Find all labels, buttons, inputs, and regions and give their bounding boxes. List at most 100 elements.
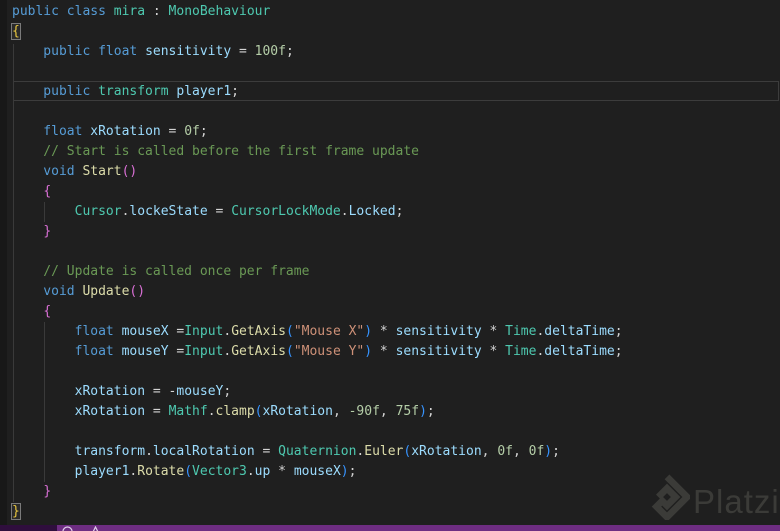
code-line[interactable]: public class mira : MonoBehaviour <box>12 2 780 22</box>
code-token: void <box>12 164 83 179</box>
status-bar-left-segment[interactable] <box>0 525 57 531</box>
code-token: GetAxis <box>231 344 286 359</box>
code-token: , <box>379 404 396 419</box>
code-line[interactable] <box>12 102 780 122</box>
code-token: Time <box>505 324 537 339</box>
code-token: { <box>43 304 52 319</box>
code-token: xRotation <box>74 404 146 419</box>
status-bar <box>0 525 780 531</box>
code-token: clamp <box>215 404 255 419</box>
code-token: ; <box>395 204 404 219</box>
code-token: mouseY <box>121 344 169 359</box>
code-line[interactable]: public float sensitivity = 100f; <box>12 42 780 62</box>
code-line[interactable]: float mouseY =Input.GetAxis("Mouse Y") *… <box>12 342 780 362</box>
code-token: transform <box>98 84 169 99</box>
code-token: public float <box>12 44 146 59</box>
code-token: , <box>332 404 349 419</box>
code-line[interactable]: public transform player1; <box>12 82 780 102</box>
code-token: 0f <box>184 124 200 139</box>
code-token: ; <box>231 84 239 99</box>
code-token: public class <box>12 4 114 19</box>
code-token: = <box>168 344 185 359</box>
code-token: mouseX <box>121 324 169 339</box>
code-token: MonoBehaviour <box>168 4 271 19</box>
errors-circle-icon[interactable] <box>62 526 73 531</box>
code-token: * <box>481 324 506 339</box>
code-token: } <box>43 224 52 239</box>
code-token: Rotate <box>137 464 185 479</box>
code-token: = <box>254 444 279 459</box>
code-line[interactable]: // Start is called before the first fram… <box>12 142 780 162</box>
warnings-triangle-icon[interactable] <box>90 526 101 531</box>
code-token: player1 <box>74 464 130 479</box>
code-token: = <box>168 324 185 339</box>
code-line[interactable]: xRotation = Mathf.clamp(xRotation, -90f,… <box>12 402 780 422</box>
code-line[interactable]: float xRotation = 0f; <box>12 122 780 142</box>
code-token: sensitivity <box>395 344 482 359</box>
code-token: . <box>223 344 232 359</box>
code-token: , <box>481 444 498 459</box>
code-token: * <box>270 464 294 479</box>
code-token: ) <box>364 324 373 339</box>
code-token: deltaTime <box>544 344 615 359</box>
code-token: ) <box>364 344 373 359</box>
code-token: = <box>231 44 255 59</box>
code-line[interactable] <box>12 62 780 82</box>
code-line[interactable]: player1.Rotate(Vector3.up * mouseX); <box>12 462 780 482</box>
code-token: ( <box>285 324 294 339</box>
code-token: Update <box>82 284 130 299</box>
code-token: . <box>223 324 232 339</box>
code-token: // Update is called once per frame <box>12 264 310 279</box>
code-token: float <box>74 344 114 359</box>
code-line[interactable]: { <box>11 22 780 42</box>
code-token: ; <box>552 444 560 459</box>
code-token: CursorLockMode <box>231 204 341 219</box>
code-token: () <box>121 164 138 179</box>
code-token: Mathf <box>168 404 208 419</box>
code-token: mouseY <box>176 384 224 399</box>
code-token: xRotation <box>74 384 146 399</box>
code-line[interactable]: transform.localRotation = Quaternion.Eul… <box>12 442 780 462</box>
code-line[interactable] <box>12 422 780 442</box>
code-token: void <box>12 284 83 299</box>
code-token: } <box>11 503 21 520</box>
code-line[interactable]: { <box>12 182 780 202</box>
code-token: ; <box>614 344 623 359</box>
code-line[interactable]: } <box>12 222 780 242</box>
code-line[interactable] <box>12 362 780 382</box>
code-line[interactable]: } <box>11 502 780 522</box>
code-token: * <box>372 344 396 359</box>
code-line[interactable]: // Update is called once per frame <box>12 262 780 282</box>
code-token: transform <box>74 444 146 459</box>
code-token: * <box>481 344 506 359</box>
code-token: ( <box>285 344 294 359</box>
code-token: = - <box>145 384 177 399</box>
code-token: ; <box>348 464 357 479</box>
code-line[interactable] <box>12 242 780 262</box>
code-line[interactable]: void Update() <box>12 282 780 302</box>
code-line[interactable]: Cursor.lockeState = CursorLockMode.Locke… <box>12 202 780 222</box>
code-token: } <box>43 484 52 499</box>
code-line[interactable]: { <box>12 302 780 322</box>
code-token: ) <box>419 404 427 419</box>
code-token: ; <box>199 124 208 139</box>
code-line[interactable]: } <box>12 482 780 502</box>
code-line[interactable]: xRotation = -mouseY; <box>12 382 780 402</box>
code-token: Input <box>184 344 224 359</box>
code-token: : <box>145 4 169 19</box>
code-token: float <box>12 124 91 139</box>
code-line[interactable]: float mouseX =Input.GetAxis("Mouse X") *… <box>12 322 780 342</box>
code-token: = <box>145 404 169 419</box>
code-token: mouseX <box>293 464 341 479</box>
code-line[interactable]: void Start() <box>12 162 780 182</box>
code-token: . <box>246 464 255 479</box>
code-area[interactable]: public class mira : MonoBehaviour{ publi… <box>0 0 780 525</box>
code-token: public <box>12 84 99 99</box>
